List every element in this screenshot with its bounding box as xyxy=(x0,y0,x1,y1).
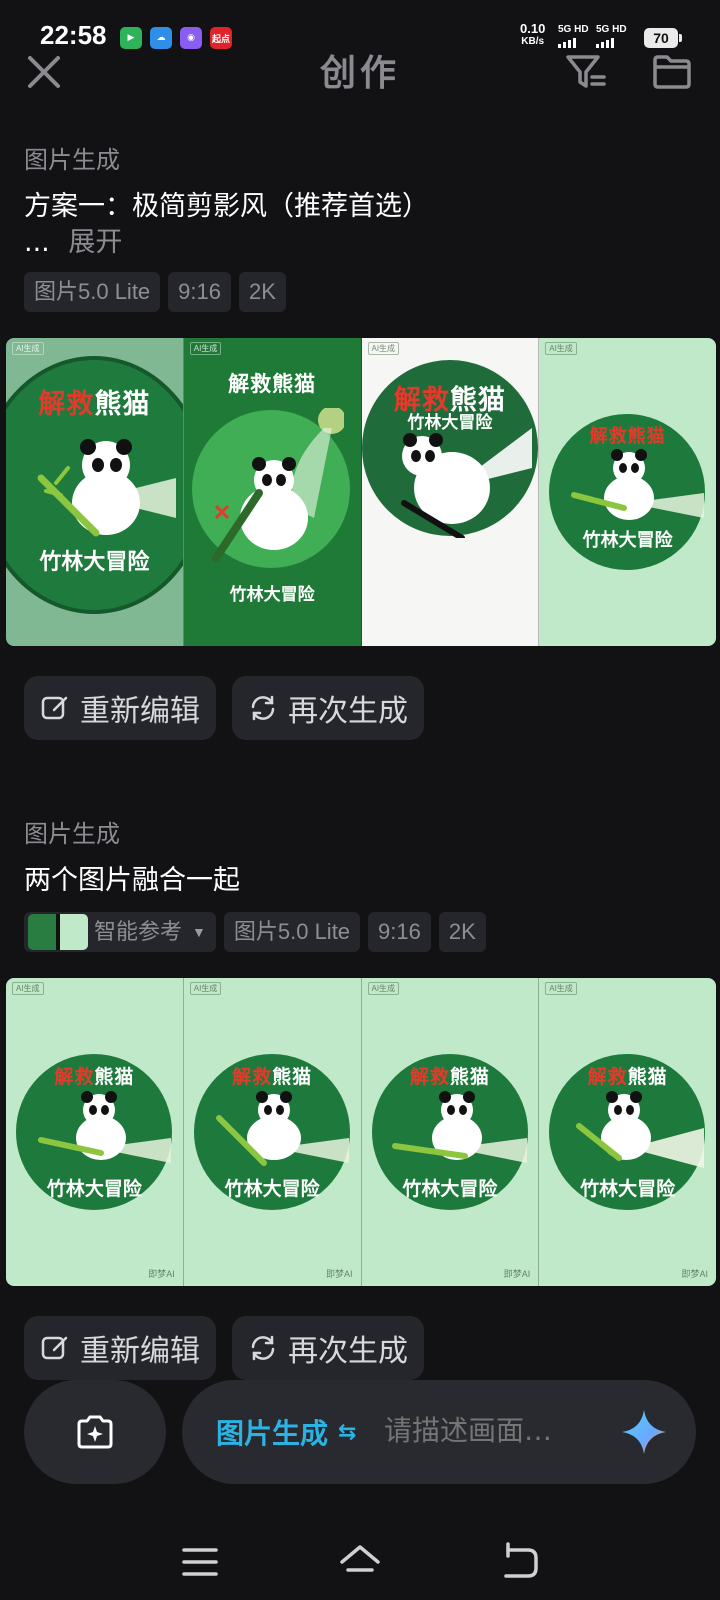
section1-actions: 重新编辑 再次生成 xyxy=(24,676,424,740)
page-title: 创作 xyxy=(319,53,400,94)
section1-prompt: 方案一：极简剪影风（推荐首选） xyxy=(24,191,429,222)
home-icon[interactable] xyxy=(338,1540,382,1584)
regenerate-button[interactable]: 再次生成 xyxy=(232,1316,424,1380)
poster-title: 解救熊猫 xyxy=(38,389,151,420)
net-speed-value: 0.10 xyxy=(520,21,546,36)
reedit-button[interactable]: 重新编辑 xyxy=(24,676,216,740)
panda-illustration xyxy=(211,408,344,562)
swap-icon: ⇆ xyxy=(338,1419,357,1445)
signal-2-label: 5G HD xyxy=(596,24,627,35)
model-tag: 图片5.0 Lite xyxy=(24,272,161,312)
section2-label: 图片生成 xyxy=(24,820,120,848)
section1-image-grid: 解救熊猫 竹林大冒险 AI生成 解救熊猫 竹林大冒险 AI生成 解救熊猫 竹林大… xyxy=(6,338,716,646)
ai-mark: AI生成 xyxy=(189,982,222,995)
reedit-button[interactable]: 重新编辑 xyxy=(24,1316,216,1380)
model-tag: 图片5.0 Lite xyxy=(223,912,361,952)
refresh-icon xyxy=(251,695,275,721)
brand-watermark: 即梦AI xyxy=(148,1269,175,1279)
reedit-label: 重新编辑 xyxy=(80,694,200,729)
brand-watermark: 即梦AI xyxy=(503,1269,531,1279)
edit-icon xyxy=(41,1336,68,1360)
panda-illustration xyxy=(576,1091,705,1168)
generated-image[interactable]: 解救熊猫 竹林大冒险 AI生成 xyxy=(183,338,362,646)
reedit-label: 重新编辑 xyxy=(80,1334,200,1369)
generated-image[interactable]: 解救熊猫 竹林大冒险 AI生成 xyxy=(539,338,716,646)
poster-title: 解救熊猫 xyxy=(409,1066,490,1088)
reference-thumbnail xyxy=(28,914,88,950)
ai-mark: AI生成 xyxy=(367,342,400,355)
sparkle-icon[interactable] xyxy=(620,1408,668,1456)
section1-tags: 图片5.0 Lite 9:16 2K xyxy=(24,272,286,312)
mode-switch[interactable]: 图片生成 ⇆ xyxy=(216,1412,356,1452)
poster-subtitle: 竹林大冒险 xyxy=(229,585,315,605)
regenerate-label: 再次生成 xyxy=(288,1334,408,1369)
poster-subtitle: 竹林大冒险 xyxy=(39,550,150,575)
poster-subtitle: 竹林大冒险 xyxy=(402,1178,498,1200)
header: 创作 xyxy=(0,40,720,104)
poster-subtitle: 竹林大冒险 xyxy=(582,530,673,551)
prompt-ellipsis: ... xyxy=(24,227,50,258)
poster-subtitle: 竹林大冒险 xyxy=(224,1178,320,1200)
refresh-icon xyxy=(251,1335,275,1361)
regenerate-button[interactable]: 再次生成 xyxy=(232,676,424,740)
generated-image[interactable]: 解救熊猫 竹林大冒险 AI生成 xyxy=(361,338,540,646)
back-icon[interactable] xyxy=(498,1540,542,1584)
poster-title: 解救熊猫 xyxy=(232,1066,313,1088)
ai-mark: AI生成 xyxy=(12,982,44,995)
camera-upload-button[interactable] xyxy=(24,1380,166,1484)
ai-mark: AI生成 xyxy=(367,982,400,995)
ai-mark: AI生成 xyxy=(189,342,222,355)
chevron-down-icon: ▼ xyxy=(192,924,206,940)
ai-mark: AI生成 xyxy=(545,982,577,995)
panda-illustration xyxy=(571,449,705,520)
poster-title: 解救熊猫 xyxy=(54,1066,135,1088)
section2-actions: 重新编辑 再次生成 xyxy=(24,1316,424,1380)
resolution-tag: 2K xyxy=(239,272,286,312)
ratio-tag: 9:16 xyxy=(368,912,431,952)
system-nav-bar xyxy=(0,1520,720,1600)
expand-link[interactable]: 展开 xyxy=(68,227,122,258)
menu-icon[interactable] xyxy=(178,1540,222,1584)
ai-mark: AI生成 xyxy=(545,342,577,355)
filter-icon[interactable] xyxy=(564,52,608,92)
ai-mark: AI生成 xyxy=(12,342,44,355)
regenerate-label: 再次生成 xyxy=(288,694,408,729)
panda-illustration xyxy=(215,1091,349,1166)
section2-image-grid: 解救熊猫 竹林大冒险 AI生成 即梦AI 解救熊猫 竹林大冒险 AI生成 即梦A… xyxy=(6,978,716,1286)
mode-label: 图片生成 xyxy=(216,1417,329,1450)
resolution-tag: 2K xyxy=(438,912,486,952)
section1-label: 图片生成 xyxy=(24,146,120,174)
brand-watermark: 即梦AI xyxy=(681,1269,708,1279)
generated-image[interactable]: 解救熊猫 竹林大冒险 AI生成 即梦AI xyxy=(539,978,716,1286)
brand-watermark: 即梦AI xyxy=(325,1269,353,1279)
poster-title: 解救熊猫 xyxy=(589,426,666,447)
prompt-input[interactable] xyxy=(384,1414,614,1447)
poster-subtitle: 竹林大冒险 xyxy=(580,1178,676,1200)
expand-row: ... 展开 xyxy=(24,220,122,259)
poster-title: 解救熊猫 xyxy=(587,1066,668,1088)
panda-illustration xyxy=(37,439,176,537)
panda-illustration xyxy=(391,1091,527,1163)
ratio-tag: 9:16 xyxy=(168,272,231,312)
poster-subtitle: 竹林大冒险 xyxy=(407,413,493,433)
panda-illustration xyxy=(38,1091,171,1163)
section2-tags: 智能参考 ▼ 图片5.0 Lite 9:16 2K xyxy=(24,912,486,952)
generated-image[interactable]: 解救熊猫 竹林大冒险 AI生成 xyxy=(6,338,184,646)
smart-reference-dropdown[interactable]: 智能参考 ▼ xyxy=(24,912,216,952)
signal-1-label: 5G HD xyxy=(558,24,589,35)
generated-image[interactable]: 解救熊猫 竹林大冒险 AI生成 即梦AI xyxy=(361,978,540,1286)
section2-prompt: 两个图片融合一起 xyxy=(24,865,240,896)
poster-title: 解救熊猫 xyxy=(228,372,317,396)
camera-sparkle-icon xyxy=(77,1415,113,1449)
generated-image[interactable]: 解救熊猫 竹林大冒险 AI生成 即梦AI xyxy=(183,978,362,1286)
smart-reference-label: 智能参考 xyxy=(94,919,183,944)
folder-icon[interactable] xyxy=(650,52,694,92)
edit-icon xyxy=(41,696,68,720)
poster-subtitle: 竹林大冒险 xyxy=(46,1178,142,1200)
prompt-composer: 图片生成 ⇆ xyxy=(182,1380,696,1484)
generated-image[interactable]: 解救熊猫 竹林大冒险 AI生成 即梦AI xyxy=(6,978,184,1286)
